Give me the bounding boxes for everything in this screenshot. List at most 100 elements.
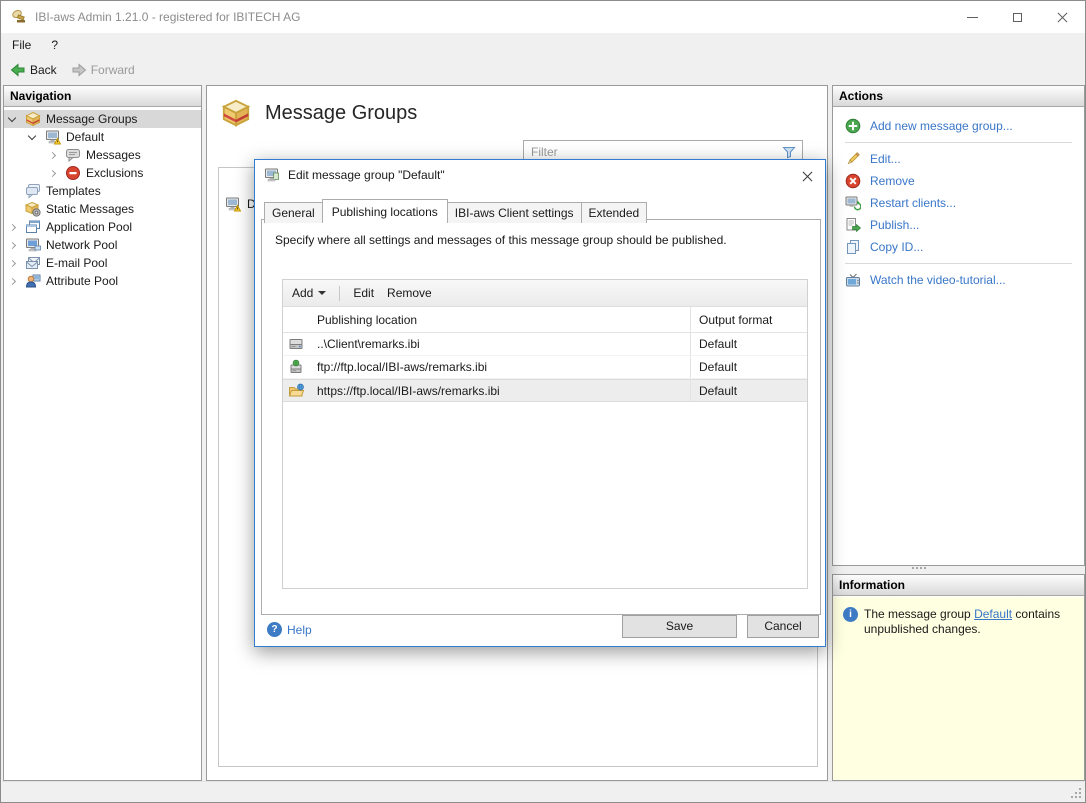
table-row[interactable]: ftp://ftp.local/IBI-aws/remarks.ibi Defa… (283, 356, 807, 379)
tree-item-attribute-pool[interactable]: Attribute Pool (4, 272, 201, 290)
actions-panel-header: Actions (833, 86, 1084, 107)
publish-icon (846, 218, 861, 233)
message-group-icon (265, 168, 279, 182)
back-button[interactable]: Back (10, 62, 57, 78)
chevron-down-icon[interactable] (24, 131, 40, 140)
help-icon: ? (267, 622, 282, 637)
cancel-button[interactable]: Cancel (747, 615, 819, 638)
remove-icon (845, 173, 861, 189)
minimize-icon (967, 16, 978, 18)
close-button[interactable] (1040, 1, 1085, 33)
resize-grip[interactable] (1070, 787, 1082, 799)
remove-button[interactable]: Remove (387, 286, 432, 300)
static-messages-icon (25, 201, 41, 217)
output-format-value: Default (699, 360, 738, 374)
action-edit[interactable]: Edit... (845, 148, 1084, 170)
maximize-button[interactable] (995, 1, 1040, 33)
chevron-right-icon[interactable] (44, 151, 60, 159)
tree-item-static-messages[interactable]: Static Messages (4, 200, 201, 218)
navigation-panel-header: Navigation (4, 86, 201, 107)
tree-item-application-pool[interactable]: Application Pool (4, 218, 201, 236)
chevron-down-icon[interactable] (4, 113, 20, 122)
action-label: Copy ID... (870, 240, 924, 254)
minimize-button[interactable] (950, 1, 995, 33)
column-header-output-format[interactable]: Output format (691, 313, 772, 327)
tree-item-templates[interactable]: Templates (4, 182, 201, 200)
divider (845, 142, 1072, 143)
navigation-tree: Message Groups Default Messages Exclusio… (4, 107, 201, 290)
actions-panel: Actions Add new message group... Edit...… (832, 85, 1085, 566)
action-label: Publish... (870, 218, 920, 232)
column-header-publishing-location[interactable]: Publishing location (309, 313, 690, 327)
action-remove[interactable]: Remove (845, 170, 1084, 192)
tree-item-exclusions[interactable]: Exclusions (4, 164, 201, 182)
help-label: Help (287, 622, 312, 637)
forward-arrow-icon (72, 63, 86, 77)
tab-extended[interactable]: Extended (580, 202, 648, 223)
action-publish[interactable]: Publish... (845, 214, 1084, 236)
message-groups-icon (25, 111, 41, 127)
chevron-right-icon[interactable] (4, 241, 20, 249)
menu-file[interactable]: File (2, 34, 41, 56)
edit-label: Edit (353, 286, 375, 300)
tree-item-messages[interactable]: Messages (4, 146, 201, 164)
save-button[interactable]: Save (622, 615, 737, 638)
filter-icon[interactable] (781, 144, 797, 160)
edit-button[interactable]: Edit (353, 286, 374, 300)
action-label: Remove (870, 174, 915, 188)
menu-bar: File ? (2, 33, 1084, 57)
chevron-right-icon[interactable] (44, 169, 60, 177)
message-group-warning-icon (46, 130, 61, 145)
tree-item-label: Messages (86, 148, 141, 162)
action-restart-clients[interactable]: Restart clients... (845, 192, 1084, 214)
network-pool-icon (26, 238, 41, 252)
tree-item-email-pool[interactable]: E-mail Pool (4, 254, 201, 272)
chevron-down-icon (318, 291, 327, 295)
default-group-link[interactable]: Default (974, 607, 1012, 621)
navigation-toolbar: Back Forward (2, 57, 1084, 83)
web-folder-icon (288, 383, 304, 396)
forward-button[interactable]: Forward (71, 62, 135, 78)
menu-help[interactable]: ? (41, 34, 68, 56)
help-link[interactable]: ? Help (267, 622, 312, 637)
tree-item-message-groups[interactable]: Message Groups (4, 110, 201, 128)
tree-item-label: Default (66, 130, 105, 144)
table-row-selected[interactable]: https://ftp.local/IBI-aws/remarks.ibi De… (283, 379, 807, 402)
dialog-close-button[interactable] (797, 168, 817, 184)
tab-ibi-aws-client-settings[interactable]: IBI-aws Client settings (446, 202, 582, 223)
action-watch-video-tutorial[interactable]: Watch the video-tutorial... (845, 269, 1084, 291)
tree-item-label: Static Messages (46, 202, 135, 216)
tree-item-label: Templates (46, 184, 101, 198)
tree-item-label: Message Groups (46, 112, 138, 126)
information-panel: Information i The message group Default … (832, 574, 1085, 781)
panel-splitter-handle[interactable] (912, 567, 926, 569)
output-format-value: Default (699, 383, 738, 398)
video-tutorial-icon (846, 273, 860, 287)
table-row[interactable]: ..\Client\remarks.ibi Default (283, 333, 807, 356)
action-copy-id[interactable]: Copy ID... (845, 236, 1084, 258)
add-button[interactable]: Add (292, 286, 327, 300)
filter-input[interactable] (524, 144, 781, 159)
tab-general[interactable]: General (264, 202, 323, 223)
info-text-before: The message group (864, 607, 975, 621)
action-label: Add new message group... (870, 119, 1013, 133)
local-drive-icon (289, 339, 303, 349)
tab-publishing-locations[interactable]: Publishing locations (321, 199, 448, 223)
tree-item-default[interactable]: Default (4, 128, 201, 146)
message-group-warning-icon (226, 197, 241, 212)
grid-header-row: Publishing location Output format (283, 307, 807, 333)
back-arrow-icon (10, 63, 25, 77)
templates-icon (26, 184, 40, 199)
action-add-new-message-group[interactable]: Add new message group... (845, 115, 1084, 137)
forward-label: Forward (90, 63, 135, 77)
chevron-right-icon[interactable] (4, 277, 20, 285)
chevron-right-icon[interactable] (4, 223, 20, 231)
exclusions-icon (66, 166, 80, 180)
dialog-title: Edit message group "Default" (288, 168, 445, 182)
tree-item-label: Application Pool (46, 220, 133, 234)
remove-label: Remove (387, 286, 432, 300)
action-label: Edit... (870, 152, 901, 166)
publishing-location-value: https://ftp.local/IBI-aws/remarks.ibi (317, 383, 500, 398)
chevron-right-icon[interactable] (4, 259, 20, 267)
tree-item-network-pool[interactable]: Network Pool (4, 236, 201, 254)
